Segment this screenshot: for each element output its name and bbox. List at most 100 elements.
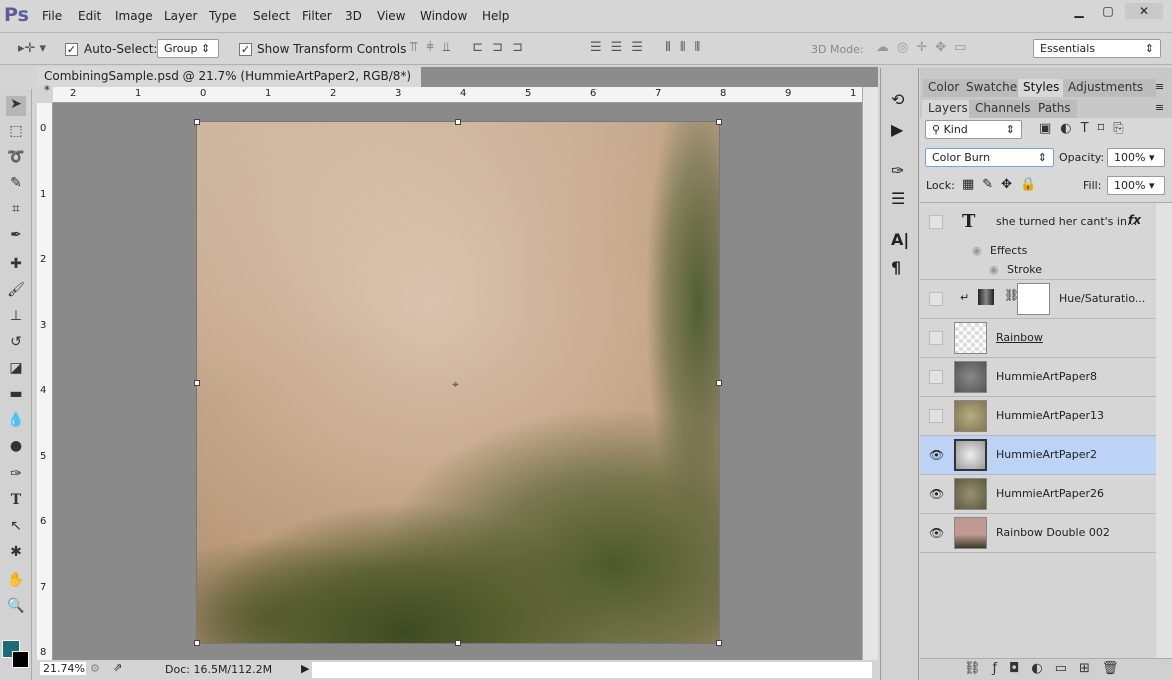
- lock-icons[interactable]: ▦✎✥🔒: [962, 177, 1044, 192]
- zoom-level-field[interactable]: 21.74%: [40, 662, 86, 675]
- eye-icon[interactable]: 👁: [929, 448, 944, 462]
- status-menu-arrow-icon[interactable]: ▶: [301, 662, 309, 675]
- menu-select[interactable]: Select: [253, 9, 290, 23]
- maximize-button[interactable]: ▢: [1094, 3, 1122, 19]
- transform-handle[interactable]: [716, 119, 722, 125]
- opacity-field[interactable]: 100% ▾: [1107, 148, 1165, 167]
- actions-play-icon[interactable]: ▶: [891, 120, 903, 139]
- menu-file[interactable]: File: [42, 9, 62, 23]
- layer-row-hummieartpaper2[interactable]: 👁 HummieArtPaper2: [920, 436, 1156, 475]
- tab-channels[interactable]: Channels: [969, 100, 1037, 118]
- type-tool-icon[interactable]: T: [6, 492, 26, 512]
- panel-menu-icon[interactable]: ≡: [1155, 80, 1164, 93]
- minimize-button[interactable]: ▁: [1065, 3, 1093, 19]
- layers-scrollbar[interactable]: [1156, 203, 1172, 658]
- menu-image[interactable]: Image: [115, 9, 153, 23]
- tab-layers[interactable]: Layers: [922, 100, 974, 118]
- stroke-eye-icon[interactable]: ◉: [989, 263, 999, 276]
- tab-adjustments[interactable]: Adjustments: [1063, 79, 1156, 97]
- distribute-icons[interactable]: ☰☰☰ ⦀⦀⦀: [590, 40, 709, 55]
- menu-view[interactable]: View: [377, 9, 405, 23]
- document-image[interactable]: ⌖: [194, 119, 722, 646]
- close-window-button[interactable]: ✕: [1125, 3, 1163, 19]
- brush-tool-icon[interactable]: 🖌: [6, 282, 26, 302]
- document-tab[interactable]: CombiningSample.psd @ 21.7% (HummieArtPa…: [37, 67, 421, 97]
- layer-row-hummieartpaper8[interactable]: HummieArtPaper8: [920, 358, 1156, 397]
- layer-row-text[interactable]: T she turned her cant's in... fx ◉ Effec…: [920, 203, 1156, 280]
- layer-filter-icons[interactable]: ▣◐T⌑⎘: [1039, 121, 1133, 136]
- layer-row-hummieartpaper26[interactable]: 👁 HummieArtPaper26: [920, 475, 1156, 514]
- menu-layer[interactable]: Layer: [164, 9, 197, 23]
- move-tool-icon[interactable]: ▸✛ ▾: [18, 41, 46, 56]
- hand-tool-icon[interactable]: ✋: [6, 572, 26, 592]
- align-icons[interactable]: ⫪⫩⫫ ⊏⊐⊐: [410, 40, 532, 55]
- layer-row-hummieartpaper13[interactable]: HummieArtPaper13: [920, 397, 1156, 436]
- vertical-scrollbar[interactable]: [862, 87, 878, 660]
- layer-row-rainbow[interactable]: Rainbow: [920, 319, 1156, 358]
- layers-menu-icon[interactable]: ≡: [1155, 101, 1164, 114]
- tab-styles[interactable]: Styles: [1018, 79, 1065, 97]
- character-icon[interactable]: A|: [891, 230, 909, 249]
- visibility-toggle[interactable]: [929, 215, 943, 229]
- status-settings-icon[interactable]: ⚙: [90, 662, 100, 675]
- transform-handle[interactable]: [716, 380, 722, 386]
- auto-select-dropdown[interactable]: Group ⇕: [157, 39, 219, 58]
- visibility-toggle[interactable]: [929, 331, 943, 345]
- move-tool-icon[interactable]: ➤: [6, 96, 26, 116]
- eraser-tool-icon[interactable]: ◪: [6, 360, 26, 380]
- transform-handle[interactable]: [194, 380, 200, 386]
- tool-presets-icon[interactable]: ☰: [891, 189, 905, 208]
- transform-handle[interactable]: [455, 119, 461, 125]
- filter-kind-dropdown[interactable]: ⚲ Kind ⇕: [925, 120, 1022, 139]
- crop-tool-icon[interactable]: ⌗: [6, 201, 26, 221]
- fx-icon[interactable]: fx: [1128, 213, 1141, 227]
- background-color-swatch[interactable]: [12, 651, 29, 668]
- menu-help[interactable]: Help: [482, 9, 509, 23]
- layer-row-rainbow-double-002[interactable]: 👁 Rainbow Double 002: [920, 514, 1156, 553]
- history-brush-icon[interactable]: ↺: [6, 334, 26, 354]
- zoom-tool-icon[interactable]: 🔍: [6, 598, 26, 618]
- layer-row-hue-saturation[interactable]: ↵ ⛓ Hue/Saturatio...: [920, 280, 1156, 319]
- transform-handle[interactable]: [194, 119, 200, 125]
- transform-handle[interactable]: [716, 640, 722, 646]
- history-icon[interactable]: ⟲: [891, 90, 904, 109]
- menu-window[interactable]: Window: [420, 9, 467, 23]
- workspace-dropdown[interactable]: Essentials ⇕: [1033, 39, 1161, 58]
- dodge-tool-icon[interactable]: ●: [6, 438, 26, 458]
- eyedropper-tool-icon[interactable]: ✒: [6, 227, 26, 247]
- clone-stamp-icon[interactable]: ⊥: [6, 308, 26, 328]
- tab-color[interactable]: Color: [923, 79, 965, 97]
- eye-icon[interactable]: 👁: [929, 487, 944, 501]
- path-select-icon[interactable]: ↖: [6, 518, 26, 538]
- healing-brush-icon[interactable]: ✚: [6, 256, 26, 276]
- fill-field[interactable]: 100% ▾: [1107, 176, 1165, 195]
- menu-filter[interactable]: Filter: [302, 9, 332, 23]
- visibility-toggle[interactable]: [929, 409, 943, 423]
- layer-actions-icons[interactable]: ⛓ƒ◘◐▭⊞🗑: [964, 661, 1130, 676]
- visibility-toggle[interactable]: [929, 292, 943, 306]
- transform-handle[interactable]: [194, 640, 200, 646]
- quick-select-tool-icon[interactable]: ✎: [6, 175, 26, 195]
- brush-presets-icon[interactable]: ✑: [891, 161, 904, 180]
- gradient-tool-icon[interactable]: ▬: [6, 386, 26, 406]
- auto-select-checkbox[interactable]: ✓: [65, 42, 78, 56]
- horizontal-scrollbar[interactable]: [312, 662, 872, 678]
- pen-tool-icon[interactable]: ✑: [6, 466, 26, 486]
- marquee-tool-icon[interactable]: ⬚: [6, 123, 26, 143]
- eye-icon[interactable]: 👁: [929, 526, 944, 540]
- 3d-mode-icons[interactable]: ☁◎✛✥▭: [876, 40, 974, 55]
- blur-tool-icon[interactable]: 💧: [6, 412, 26, 432]
- menu-3d[interactable]: 3D: [345, 9, 362, 23]
- blend-mode-dropdown[interactable]: Color Burn ⇕: [925, 148, 1054, 167]
- menu-edit[interactable]: Edit: [78, 9, 101, 23]
- visibility-toggle[interactable]: [929, 370, 943, 384]
- shape-tool-icon[interactable]: ✱: [6, 544, 26, 564]
- menu-type[interactable]: Type: [209, 9, 237, 23]
- effects-eye-icon[interactable]: ◉: [972, 244, 982, 257]
- show-transform-checkbox[interactable]: ✓: [239, 42, 252, 56]
- tab-paths[interactable]: Paths: [1032, 100, 1077, 118]
- transform-handle[interactable]: [455, 640, 461, 646]
- share-icon[interactable]: ⇗: [113, 661, 122, 674]
- lasso-tool-icon[interactable]: ➰: [6, 149, 26, 169]
- paragraph-icon[interactable]: ¶: [891, 258, 901, 277]
